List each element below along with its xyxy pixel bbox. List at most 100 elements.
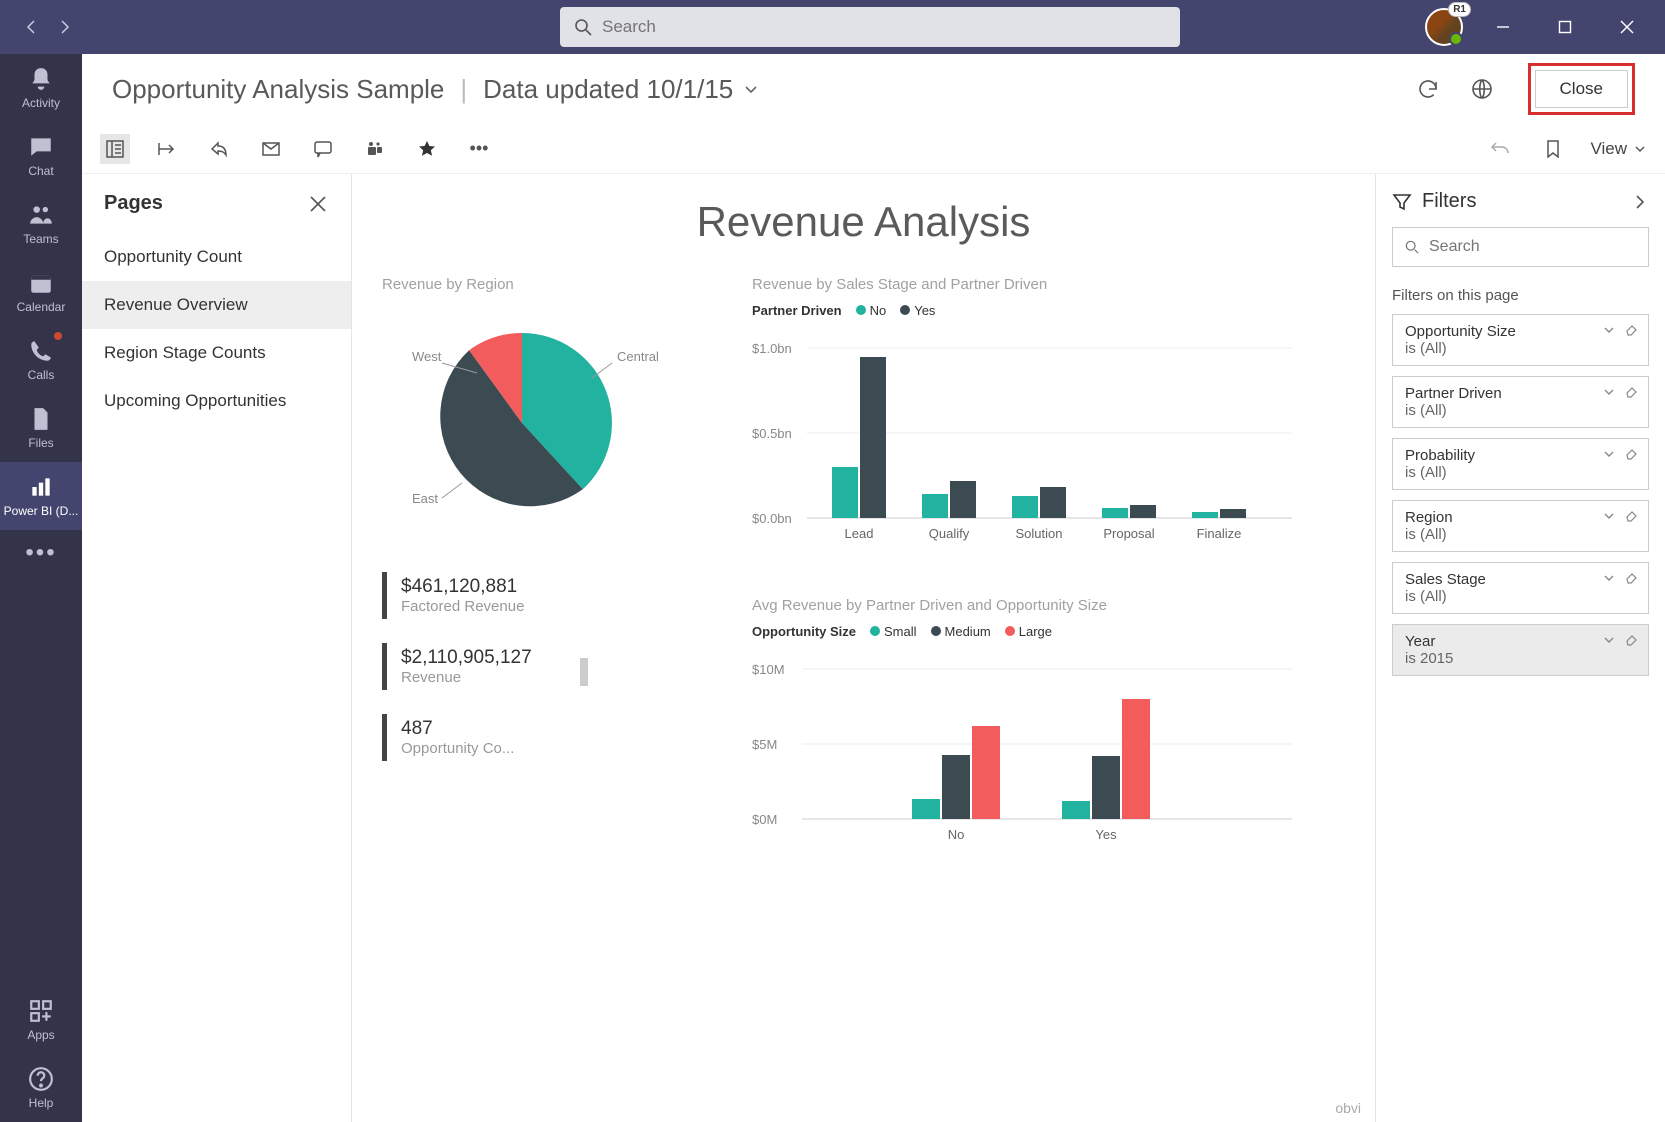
chevron-right-icon[interactable] (1631, 193, 1649, 211)
close-icon[interactable] (307, 193, 329, 215)
chevron-down-icon[interactable] (1602, 571, 1616, 585)
pie-chart[interactable]: Central East West (382, 303, 682, 543)
bar-chart-1[interactable]: $1.0bn $0.5bn $0.0bn Lead Qualify Soluti… (752, 328, 1312, 568)
global-search[interactable] (560, 7, 1180, 47)
report-canvas: Revenue Analysis Revenue by Region (352, 174, 1375, 1122)
eraser-icon[interactable] (1624, 509, 1638, 523)
undo-button[interactable] (1486, 134, 1516, 164)
filter-value: is (All) (1405, 464, 1636, 481)
filter-card[interactable]: Partner Drivenis (All) (1392, 376, 1649, 428)
filter-section-label: Filters on this page (1392, 287, 1649, 304)
eraser-icon[interactable] (1624, 447, 1638, 461)
chart-title: Avg Revenue by Partner Driven and Opport… (752, 597, 1345, 614)
eraser-icon[interactable] (1624, 385, 1638, 399)
eraser-icon[interactable] (1624, 633, 1638, 647)
rail-powerbi[interactable]: Power BI (D... (0, 462, 82, 530)
svg-text:West: West (412, 349, 442, 364)
svg-text:Finalize: Finalize (1197, 526, 1242, 541)
filter-value: is (All) (1405, 526, 1636, 543)
teams-chat-button[interactable] (360, 134, 390, 164)
page-item[interactable]: Revenue Overview (82, 281, 351, 329)
divider: | (452, 74, 475, 105)
rail-label: Apps (27, 1028, 54, 1042)
rail-apps[interactable]: Apps (0, 986, 82, 1054)
filter-card[interactable]: Sales Stageis (All) (1392, 562, 1649, 614)
filter-card[interactable]: Opportunity Sizeis (All) (1392, 314, 1649, 366)
eraser-icon[interactable] (1624, 323, 1638, 337)
svg-text:Qualify: Qualify (929, 526, 970, 541)
chevron-down-icon[interactable] (1602, 633, 1616, 647)
window-maximize[interactable] (1543, 5, 1587, 49)
share-button[interactable] (204, 134, 234, 164)
filter-value: is (All) (1405, 340, 1636, 357)
subscribe-button[interactable] (256, 134, 286, 164)
rail-teams[interactable]: Teams (0, 190, 82, 258)
bookmark-button[interactable] (1538, 134, 1568, 164)
window-close[interactable] (1605, 5, 1649, 49)
view-dropdown[interactable]: View (1590, 139, 1647, 159)
chevron-down-icon[interactable] (1602, 509, 1616, 523)
rail-files[interactable]: Files (0, 394, 82, 462)
svg-text:East: East (412, 491, 438, 506)
window-minimize[interactable] (1481, 5, 1525, 49)
kpi-card[interactable]: $2,110,905,127 Revenue (382, 643, 602, 690)
rail-help[interactable]: Help (0, 1054, 82, 1122)
svg-text:$0M: $0M (752, 812, 777, 827)
kpi-label: Factored Revenue (401, 598, 588, 615)
kpi-spark (580, 658, 588, 686)
report-title: Revenue Analysis (382, 198, 1345, 246)
watermark: obvi (1335, 1100, 1361, 1116)
rail-label: Help (29, 1096, 54, 1110)
rail-overflow[interactable]: ••• (0, 530, 82, 576)
kpi-value: $2,110,905,127 (401, 647, 588, 669)
chevron-down-icon[interactable] (1602, 323, 1616, 337)
search-input[interactable] (602, 17, 1166, 37)
comment-button[interactable] (308, 134, 338, 164)
filters-title: Filters (1422, 190, 1476, 213)
chevron-down-icon[interactable] (1602, 447, 1616, 461)
svg-text:$0.0bn: $0.0bn (752, 511, 792, 526)
page-item[interactable]: Upcoming Opportunities (82, 377, 351, 425)
chevron-down-icon (1633, 142, 1647, 156)
eraser-icon[interactable] (1624, 571, 1638, 585)
svg-text:Central: Central (617, 349, 659, 364)
view-label: View (1590, 139, 1627, 159)
svg-text:Yes: Yes (1095, 827, 1117, 842)
filter-value: is (All) (1405, 402, 1636, 419)
filter-icon (1392, 192, 1412, 212)
filter-search[interactable] (1392, 227, 1649, 267)
svg-text:$5M: $5M (752, 737, 777, 752)
legend: Partner Driven No Yes (752, 303, 1345, 318)
pages-pane-toggle[interactable] (100, 134, 130, 164)
chevron-down-icon[interactable] (741, 79, 761, 99)
rail-calendar[interactable]: Calendar (0, 258, 82, 326)
page-item[interactable]: Region Stage Counts (82, 329, 351, 377)
filter-card[interactable]: Yearis 2015 (1392, 624, 1649, 676)
rail-calls[interactable]: Calls (0, 326, 82, 394)
close-button[interactable]: Close (1535, 70, 1628, 108)
nav-back[interactable] (16, 11, 48, 43)
svg-text:Solution: Solution (1016, 526, 1063, 541)
rail-chat[interactable]: Chat (0, 122, 82, 190)
rail-label: Calls (28, 368, 55, 382)
export-button[interactable] (152, 134, 182, 164)
svg-text:Lead: Lead (845, 526, 874, 541)
more-button[interactable]: ••• (464, 134, 494, 164)
filter-search-input[interactable] (1429, 238, 1636, 256)
kpi-value: $461,120,881 (401, 576, 588, 598)
avatar[interactable]: R1 (1425, 8, 1463, 46)
website-button[interactable] (1464, 71, 1500, 107)
svg-text:$0.5bn: $0.5bn (752, 426, 792, 441)
chevron-down-icon[interactable] (1602, 385, 1616, 399)
svg-text:No: No (948, 827, 965, 842)
filter-card[interactable]: Probabilityis (All) (1392, 438, 1649, 490)
nav-forward[interactable] (48, 11, 80, 43)
refresh-button[interactable] (1410, 71, 1446, 107)
favorite-button[interactable] (412, 134, 442, 164)
filter-card[interactable]: Regionis (All) (1392, 500, 1649, 552)
kpi-card[interactable]: 487 Opportunity Co... (382, 714, 602, 761)
bar-chart-2[interactable]: $10M $5M $0M No Yes (752, 649, 1312, 869)
rail-activity[interactable]: Activity (0, 54, 82, 122)
kpi-card[interactable]: $461,120,881 Factored Revenue (382, 572, 602, 619)
page-item[interactable]: Opportunity Count (82, 233, 351, 281)
